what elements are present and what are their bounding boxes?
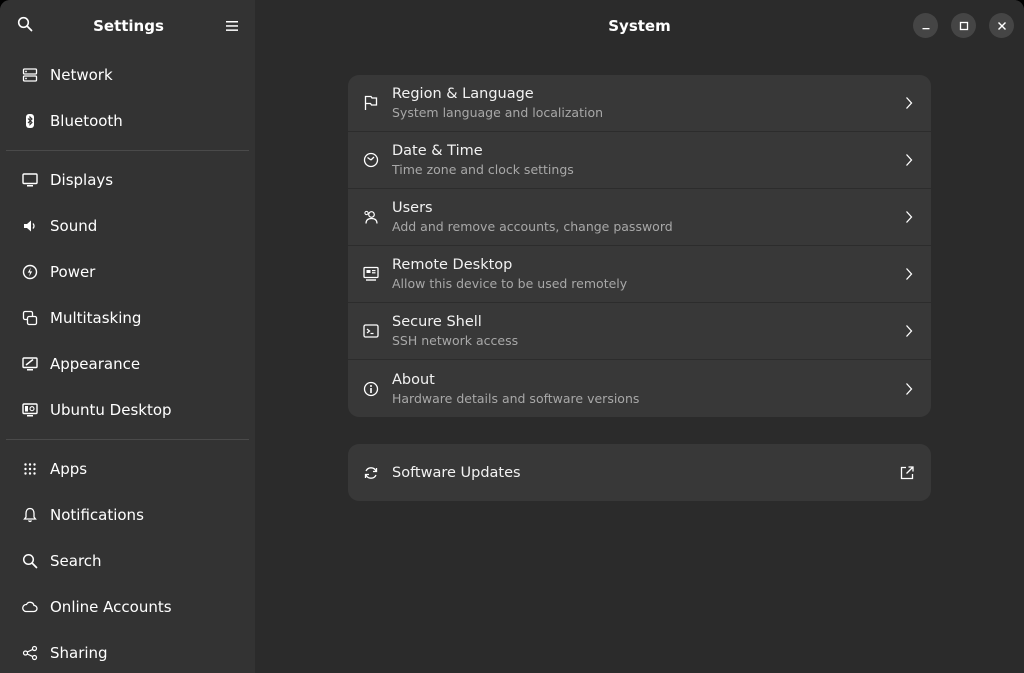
users-icon bbox=[362, 208, 380, 226]
network-icon bbox=[20, 65, 40, 85]
sidebar-item-ubuntu-desktop[interactable]: Ubuntu Desktop bbox=[6, 387, 249, 433]
flag-icon bbox=[362, 94, 380, 112]
chevron-right-icon bbox=[903, 381, 915, 397]
row-title: Secure Shell bbox=[392, 314, 482, 330]
ubuntu-desktop-icon bbox=[20, 400, 40, 420]
sidebar-item-label: Bluetooth bbox=[50, 112, 123, 130]
row-software-updates[interactable]: Software Updates bbox=[348, 444, 931, 501]
main-content: System Region & Language System language… bbox=[255, 0, 1024, 673]
info-icon bbox=[362, 380, 380, 398]
search-icon bbox=[17, 16, 33, 36]
power-icon bbox=[20, 262, 40, 282]
row-subtitle: Time zone and clock settings bbox=[392, 162, 574, 177]
row-remote-desktop[interactable]: Remote Desktop Allow this device to be u… bbox=[348, 246, 931, 303]
display-icon bbox=[20, 170, 40, 190]
row-subtitle: Hardware details and software versions bbox=[392, 390, 640, 406]
sidebar-item-notifications[interactable]: Notifications bbox=[6, 492, 249, 538]
row-title: Date & Time bbox=[392, 143, 483, 159]
sidebar-separator bbox=[6, 150, 249, 151]
maximize-button[interactable] bbox=[951, 13, 976, 38]
sidebar-item-network[interactable]: Network bbox=[6, 52, 249, 98]
external-link-icon bbox=[899, 465, 915, 481]
row-region-language[interactable]: Region & Language System language and lo… bbox=[348, 75, 931, 132]
row-subtitle: System language and localization bbox=[392, 105, 604, 120]
chevron-right-icon bbox=[903, 152, 915, 168]
sidebar: Settings Network Bluetooth Displays Soun… bbox=[0, 0, 255, 673]
row-title: Users bbox=[392, 200, 433, 216]
sidebar-separator bbox=[6, 439, 249, 440]
close-icon bbox=[997, 16, 1007, 35]
sidebar-item-label: Sharing bbox=[50, 644, 108, 662]
row-subtitle: SSH network access bbox=[392, 333, 519, 348]
share-icon bbox=[20, 643, 40, 663]
sidebar-item-label: Ubuntu Desktop bbox=[50, 401, 172, 419]
row-title: Region & Language bbox=[392, 86, 534, 102]
sidebar-item-multitasking[interactable]: Multitasking bbox=[6, 295, 249, 341]
sidebar-header: Settings bbox=[0, 0, 255, 52]
chevron-right-icon bbox=[903, 323, 915, 339]
sidebar-item-displays[interactable]: Displays bbox=[6, 157, 249, 203]
close-button[interactable] bbox=[989, 13, 1014, 38]
sidebar-item-label: Appearance bbox=[50, 355, 141, 373]
sidebar-item-label: Search bbox=[50, 552, 102, 570]
minimize-icon bbox=[921, 16, 931, 35]
sidebar-item-apps[interactable]: Apps bbox=[6, 446, 249, 492]
row-title: Software Updates bbox=[392, 464, 521, 481]
settings-window: Settings Network Bluetooth Displays Soun… bbox=[0, 0, 1024, 673]
search-icon bbox=[20, 551, 40, 571]
main-menu-button[interactable] bbox=[219, 13, 245, 39]
sidebar-item-search[interactable]: Search bbox=[6, 538, 249, 584]
bluetooth-icon bbox=[20, 111, 40, 131]
row-about[interactable]: About Hardware details and software vers… bbox=[348, 360, 931, 417]
sidebar-item-label: Network bbox=[50, 66, 113, 84]
sidebar-item-label: Multitasking bbox=[50, 309, 142, 327]
minimize-button[interactable] bbox=[913, 13, 938, 38]
sidebar-title: Settings bbox=[93, 17, 164, 35]
chevron-right-icon bbox=[903, 209, 915, 225]
bell-icon bbox=[20, 505, 40, 525]
clock-icon bbox=[362, 151, 380, 169]
remote-desktop-icon bbox=[362, 265, 380, 283]
multitasking-icon bbox=[20, 308, 40, 328]
sidebar-item-label: Notifications bbox=[50, 506, 144, 524]
row-title: Remote Desktop bbox=[392, 257, 513, 273]
chevron-right-icon bbox=[903, 266, 915, 282]
main-header: System bbox=[255, 0, 1024, 52]
software-updates-card: Software Updates bbox=[348, 444, 931, 501]
apps-grid-icon bbox=[20, 459, 40, 479]
appearance-icon bbox=[20, 354, 40, 374]
search-button[interactable] bbox=[12, 13, 38, 39]
refresh-icon bbox=[362, 464, 380, 482]
sidebar-item-label: Power bbox=[50, 263, 96, 281]
sidebar-item-appearance[interactable]: Appearance bbox=[6, 341, 249, 387]
row-date-time[interactable]: Date & Time Time zone and clock settings bbox=[348, 132, 931, 189]
cloud-icon bbox=[20, 597, 40, 617]
row-users[interactable]: Users Add and remove accounts, change pa… bbox=[348, 189, 931, 246]
sidebar-item-label: Online Accounts bbox=[50, 598, 172, 616]
row-subtitle: Add and remove accounts, change password bbox=[392, 219, 673, 234]
system-settings-list: Region & Language System language and lo… bbox=[348, 75, 931, 417]
sidebar-nav: Network Bluetooth Displays Sound Power M… bbox=[0, 52, 255, 673]
sidebar-item-label: Displays bbox=[50, 171, 114, 189]
row-secure-shell[interactable]: Secure Shell SSH network access bbox=[348, 303, 931, 360]
sidebar-item-bluetooth[interactable]: Bluetooth bbox=[6, 98, 249, 144]
row-subtitle: Allow this device to be used remotely bbox=[392, 276, 628, 291]
row-title: About bbox=[392, 371, 435, 388]
sidebar-item-power[interactable]: Power bbox=[6, 249, 249, 295]
chevron-right-icon bbox=[903, 95, 915, 111]
sidebar-item-label: Apps bbox=[50, 460, 88, 478]
speaker-icon bbox=[20, 216, 40, 236]
hamburger-menu-icon bbox=[225, 17, 239, 36]
page-title: System bbox=[608, 17, 671, 35]
window-controls bbox=[913, 13, 1014, 38]
sidebar-item-label: Sound bbox=[50, 217, 98, 235]
sidebar-item-sharing[interactable]: Sharing bbox=[6, 630, 249, 673]
maximize-icon bbox=[959, 16, 969, 35]
terminal-icon bbox=[362, 322, 380, 340]
sidebar-item-sound[interactable]: Sound bbox=[6, 203, 249, 249]
sidebar-item-online-accounts[interactable]: Online Accounts bbox=[6, 584, 249, 630]
